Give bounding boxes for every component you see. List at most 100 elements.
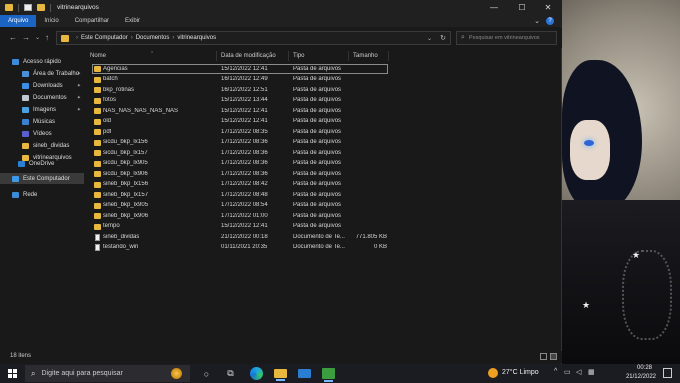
file-explorer-icon[interactable] [274,369,287,381]
file-name: tempo [103,223,120,229]
notepad-icon[interactable] [322,368,335,382]
tab-arquivo[interactable]: Arquivo [0,15,37,27]
search-highlight-icon[interactable] [171,368,182,379]
file-row[interactable]: tempo 15/12/2022 12:41 Pasta de arquivos [86,222,562,233]
tab-inicio[interactable]: Início [36,15,66,27]
recent-locations-button[interactable]: ⌄ [35,34,40,41]
weather-text[interactable]: 27°C Limpo [502,369,539,376]
file-row[interactable]: testando_win 01/11/2021 20:35 Documento de… [86,243,562,254]
file-row[interactable]: sicdu_bkp_lx156 17/12/2022 08:36 Pasta de … [86,138,562,149]
breadcrumb-documentos[interactable]: Documentos [136,35,170,41]
sidebar-item-m-sicas[interactable]: Músicas [0,116,84,127]
close-button[interactable]: ✕ [534,0,562,15]
sidebar-item--rea-de-trabalho[interactable]: Área de Trabalho ✦ [0,68,84,79]
desktop-icon [22,70,29,77]
file-row[interactable]: sineb_bkp_lx905 17/12/2022 08:54 Pasta de … [86,201,562,212]
sidebar-item-label: Imagens [33,106,57,113]
tab-compartilhar[interactable]: Compartilhar [67,15,117,27]
column-header-name[interactable]: Nome ⌃ [86,51,217,61]
sidebar-item-rede[interactable]: Rede [0,189,84,200]
file-name: fotos [103,97,117,103]
keyboard-icon[interactable]: ▦ [588,368,595,376]
column-header-size[interactable]: Tamanho [349,51,389,61]
weather-icon[interactable] [488,368,498,378]
videos-icon [22,130,29,137]
expand-ribbon-icon[interactable]: ⌄ [534,17,540,25]
search-box[interactable]: ⌕ [456,31,557,45]
file-type: Documento de Te... [293,233,345,240]
file-row[interactable]: batch 16/12/2022 12:49 Pasta de arquivos [86,75,562,86]
sidebar-item-onedrive[interactable]: OneDrive [0,158,84,169]
file-row[interactable]: sicdu_bkp_lx905 17/12/2022 08:36 Pasta de … [86,159,562,170]
windows-start-icon[interactable] [8,369,17,378]
chevron-down-icon[interactable]: ⌄ [427,35,432,42]
column-header-name-label: Nome [90,53,107,59]
file-modified: 17/12/2022 08:36 [221,170,268,177]
notifications-icon[interactable] [663,368,672,378]
sidebar-item-imagens[interactable]: Imagens ✦ [0,104,84,115]
file-row[interactable]: sicdu_bkp_lx157 17/12/2022 08:36 Pasta de … [86,148,562,159]
properties-icon[interactable] [24,4,32,11]
column-header-modified[interactable]: Data de modificação [217,51,289,61]
address-bar[interactable]: › Este Computador › Documentos › vitrine… [56,31,451,45]
file-row[interactable]: sicdu_bkp_lx906 17/12/2022 08:36 Pasta de … [86,169,562,180]
network-icon[interactable]: ▭ [564,368,571,376]
file-row[interactable]: sineb_dividas 21/12/2022 00:18 Documento d… [86,232,562,243]
refresh-icon[interactable]: ↻ [440,34,446,42]
file-row[interactable]: sineb_bkp_lx906 17/12/2022 01:00 Pasta de … [86,211,562,222]
sidebar-item-sineb-dividas[interactable]: sineb_dividas [0,140,84,151]
file-row[interactable]: pdf 17/12/2022 08:35 Pasta de arquivos [86,127,562,138]
details-view-button[interactable] [540,353,547,360]
maximize-button[interactable]: ☐ [508,0,536,15]
help-icon[interactable]: ? [546,17,554,25]
minimize-button[interactable]: — [480,0,508,15]
search-input[interactable] [468,35,554,41]
sidebar-item-acesso-r-pido[interactable]: Acesso rápido [0,56,84,67]
file-row[interactable]: sineb_bkp_lx157 17/12/2022 08:48 Pasta de … [86,190,562,201]
file-row[interactable]: old 15/12/2022 12:41 Pasta de arquivos [86,117,562,128]
sidebar-item-este-computador[interactable]: Este Computador [0,173,84,184]
file-type: Pasta de arquivos [293,76,342,82]
pin-icon: ✦ [76,106,81,113]
breadcrumb-vitrinearquivos[interactable]: vitrinearquivos [177,35,216,41]
task-view-icon[interactable]: ○ [200,367,213,380]
folder-icon [94,181,101,188]
taskbar-search[interactable]: ⌕ Digite aqui para pesquisar [25,365,190,382]
sidebar-item-label: Downloads [33,82,63,89]
music-icon [22,118,29,125]
clock-date[interactable]: 21/12/2022 [626,374,656,380]
clock-time[interactable]: 00:28 [637,365,652,371]
tray-overflow-icon[interactable]: ^ [554,368,557,375]
file-modified: 16/12/2022 12:51 [221,86,268,93]
sidebar-item-label: Músicas [33,118,56,125]
file-type: Pasta de arquivos [293,149,342,156]
sidebar-item-v-deos[interactable]: Vídeos [0,128,84,139]
column-header-type[interactable]: Tipo [289,51,349,61]
file-row[interactable]: NAS_NAS_NAS_NAS_NAS 15/12/2022 12:41 Pasta… [86,106,562,117]
file-row[interactable]: bkp_rotinas 16/12/2022 12:51 Pasta de arqu… [86,85,562,96]
file-name: Agencias [103,65,128,72]
file-row[interactable]: fotos 15/12/2022 13:44 Pasta de arquivos [86,96,562,107]
up-button[interactable]: ↑ [45,33,49,42]
large-icons-view-button[interactable] [550,353,557,360]
breadcrumb-este-computador[interactable]: Este Computador [81,35,128,41]
back-button[interactable]: ← [9,33,17,42]
new-folder-icon[interactable] [37,4,45,11]
file-row[interactable]: sineb_bkp_lx156 17/12/2022 08:42 Pasta de … [86,180,562,191]
tab-exibir[interactable]: Exibir [117,15,148,27]
folder-icon[interactable] [5,4,13,11]
file-size: 771.805 KB [355,233,387,240]
folder-icon [94,118,101,125]
edge-browser-icon[interactable] [250,367,263,380]
navigation-pane: Acesso rápido Área de Trabalho ✦ Downloads ✦… [0,52,84,347]
wallpaper-chain [622,250,672,340]
sidebar-item-downloads[interactable]: Downloads ✦ [0,80,84,91]
forward-button[interactable]: → [22,33,30,42]
sidebar-item-documentos[interactable]: Documentos ✦ [0,92,84,103]
volume-icon[interactable]: ◁ [576,368,581,376]
file-row[interactable]: Agencias 15/12/2022 12:41 Pasta de arquivo… [86,64,562,75]
widgets-icon[interactable]: ⧉ [224,367,237,380]
mail-icon[interactable] [298,369,311,378]
item-count: 18 itens [10,353,32,359]
file-type: Pasta de arquivos [293,118,342,124]
